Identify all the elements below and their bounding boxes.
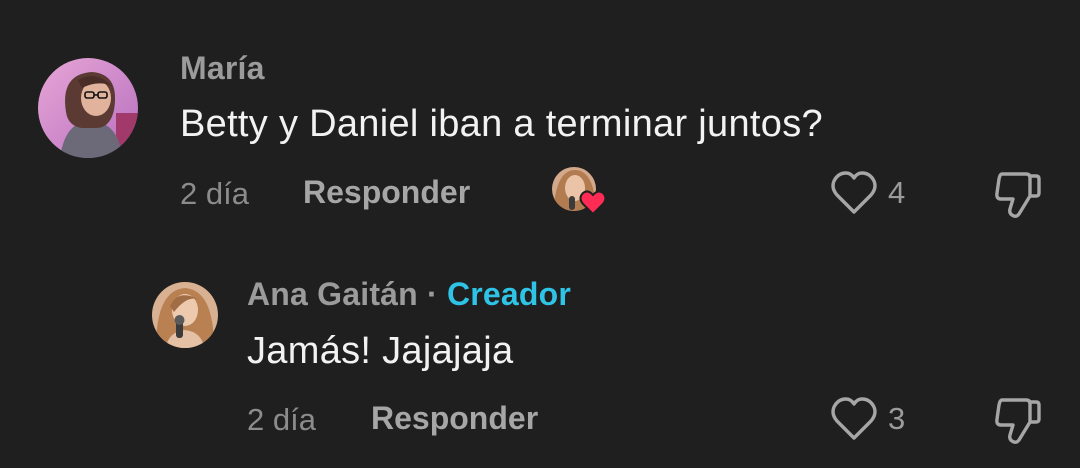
dislike-button[interactable] xyxy=(992,168,1042,225)
comment-timestamp: 2 día xyxy=(180,176,249,211)
author-name[interactable]: Ana Gaitán xyxy=(247,276,418,312)
thumbs-down-icon xyxy=(995,398,1041,444)
thumbs-down-icon xyxy=(995,172,1041,218)
avatar[interactable] xyxy=(38,58,138,158)
comment-author: Ana Gaitán · Creador xyxy=(247,276,571,313)
dislike-button[interactable] xyxy=(992,394,1042,451)
like-count: 3 xyxy=(888,401,906,436)
like-count: 4 xyxy=(888,175,906,210)
creator-liked-badge xyxy=(551,166,607,216)
comment-text: Betty y Daniel iban a terminar juntos? xyxy=(180,103,823,145)
reply-button[interactable]: Responder xyxy=(371,400,538,437)
author-separator: · xyxy=(427,276,438,312)
comment-item: María Betty y Daniel iban a terminar jun… xyxy=(0,0,1080,240)
reply-item: Ana Gaitán · Creador Jamás! Jajajaja 2 d… xyxy=(0,240,1080,468)
heart-outline-icon xyxy=(831,171,877,214)
comment-text: Jamás! Jajajaja xyxy=(247,330,514,372)
avatar[interactable] xyxy=(152,282,218,348)
comment-timestamp: 2 día xyxy=(247,402,316,437)
like-button[interactable]: 4 xyxy=(830,170,905,216)
creator-heart-badge xyxy=(552,167,607,216)
creator-badge: Creador xyxy=(446,276,572,312)
comment-author[interactable]: María xyxy=(180,50,265,87)
like-button[interactable]: 3 xyxy=(830,396,905,442)
heart-outline-icon xyxy=(831,397,877,440)
reply-button[interactable]: Responder xyxy=(303,174,470,211)
